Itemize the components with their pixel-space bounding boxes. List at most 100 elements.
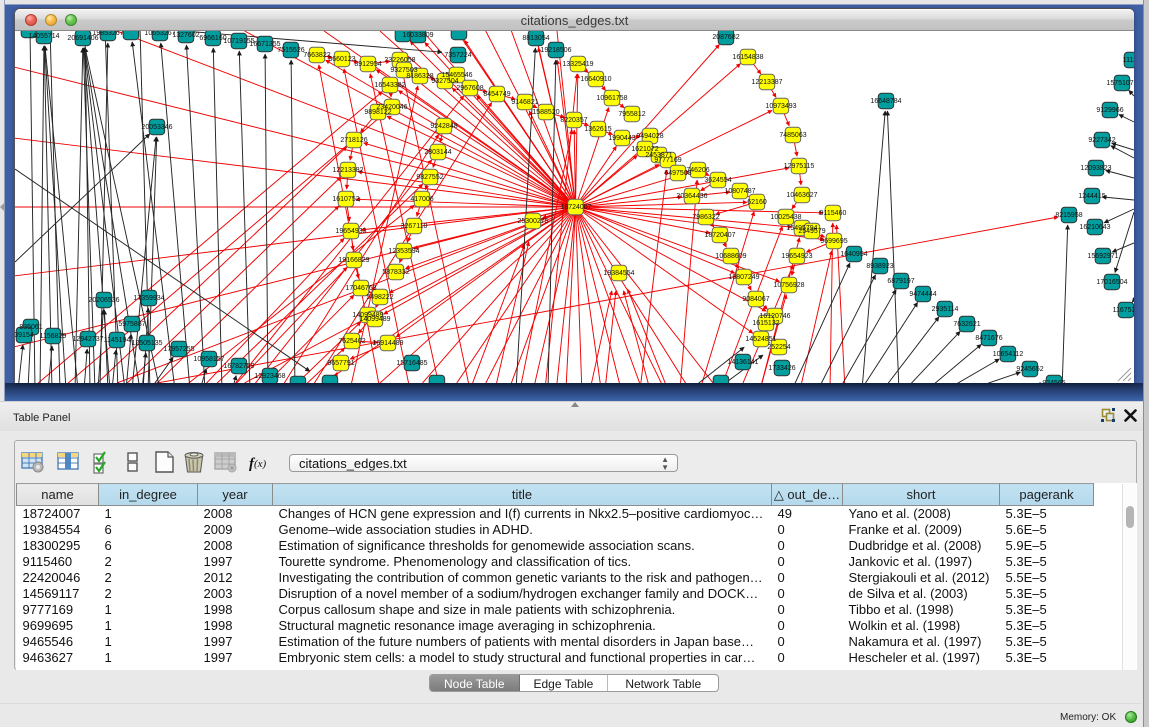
svg-text:25300275: 25300275 (517, 218, 548, 225)
svg-text:7955812: 7955812 (618, 111, 645, 118)
svg-text:18720407: 18720407 (704, 232, 735, 239)
svg-text:9777169: 9777169 (654, 157, 681, 164)
svg-text:16914489: 16914489 (372, 340, 403, 347)
svg-text:2935114: 2935114 (932, 306, 959, 313)
svg-text:20206536: 20206536 (88, 297, 119, 304)
svg-text:16782759: 16782759 (223, 363, 254, 370)
svg-text:14055714: 14055714 (28, 33, 59, 40)
svg-text:1145194: 1145194 (104, 337, 131, 344)
svg-text:1327602: 1327602 (172, 32, 199, 39)
svg-text:9474444: 9474444 (909, 291, 936, 298)
svg-text:10688609: 10688609 (715, 253, 746, 260)
svg-text:1640954: 1640954 (840, 251, 867, 258)
svg-text:9827552: 9827552 (416, 174, 443, 181)
svg-text:17046768: 17046768 (345, 285, 376, 292)
svg-text:8186328: 8186328 (406, 73, 433, 80)
svg-text:17359934: 17359934 (133, 295, 164, 302)
svg-text:3624554: 3624554 (704, 177, 731, 184)
svg-text:14524851: 14524851 (745, 336, 776, 343)
svg-text:12213382: 12213382 (332, 167, 363, 174)
svg-text:2803144: 2803144 (424, 149, 451, 156)
svg-text:10653267: 10653267 (144, 31, 175, 37)
svg-text:12505135: 12505135 (131, 340, 162, 347)
svg-text:9242848: 9242848 (430, 123, 457, 130)
svg-text:16154838: 16154838 (732, 54, 763, 61)
svg-text:3267110: 3267110 (401, 223, 428, 230)
svg-text:12213387: 12213387 (751, 79, 782, 86)
svg-text:8813054: 8813054 (522, 35, 549, 42)
svg-text:2087682: 2087682 (712, 34, 739, 41)
svg-text:11123: 11123 (1123, 57, 1134, 64)
svg-text:8938923: 8938923 (866, 263, 893, 270)
svg-text:16671355: 16671355 (249, 41, 280, 48)
svg-text:9245652: 9245652 (1016, 366, 1043, 373)
svg-text:1610752: 1610752 (332, 196, 359, 203)
svg-text:16640910: 16640910 (580, 76, 611, 83)
svg-text:10463627: 10463627 (786, 192, 817, 199)
svg-text:62160: 62160 (747, 199, 767, 206)
svg-text:9494028: 9494028 (636, 133, 663, 140)
svg-text:9227342: 9227342 (1088, 137, 1115, 144)
svg-text:14136141: 14136141 (727, 359, 758, 366)
svg-text:12942737: 12942737 (72, 336, 103, 343)
svg-text:16120746: 16120746 (759, 313, 790, 320)
svg-text:14099489: 14099489 (359, 316, 390, 323)
svg-text:8912954: 8912954 (354, 61, 381, 68)
svg-text:2549579: 2549579 (798, 228, 825, 235)
svg-text:17016504: 17016504 (1096, 279, 1127, 286)
svg-text:1588520: 1588520 (532, 109, 559, 116)
svg-text:15465546: 15465546 (441, 72, 472, 79)
svg-text:8471676: 8471676 (975, 335, 1002, 342)
svg-text:5878332: 5878332 (382, 269, 409, 276)
svg-text:16033809: 16033809 (402, 32, 433, 39)
svg-text:15716485: 15716485 (396, 360, 427, 367)
svg-text:417006: 417006 (410, 196, 433, 203)
svg-text:10958157: 10958157 (193, 356, 224, 363)
svg-text:39154: 39154 (15, 332, 34, 339)
svg-text:19853267: 19853267 (92, 31, 123, 37)
svg-text:13325419: 13325419 (562, 61, 593, 68)
svg-text:16210643: 16210643 (1079, 224, 1110, 231)
svg-text:20053346: 20053346 (141, 124, 172, 131)
svg-text:746206: 746206 (686, 167, 709, 174)
svg-text:12093823: 12093823 (1080, 165, 1111, 172)
svg-text:1156829: 1156829 (40, 333, 67, 340)
svg-text:16648784: 16648784 (870, 98, 901, 105)
svg-text:20364436: 20364436 (676, 193, 707, 200)
svg-text:8215958: 8215958 (1055, 212, 1082, 219)
svg-text:16543382: 16543382 (374, 82, 405, 89)
svg-text:5498222: 5498222 (366, 294, 393, 301)
svg-text:9657791: 9657791 (327, 360, 354, 367)
svg-text:19166829: 19166829 (338, 257, 369, 264)
svg-text:7485063: 7485063 (779, 132, 806, 139)
svg-text:23226058: 23226058 (384, 57, 415, 64)
svg-text:10973493: 10973493 (765, 103, 796, 110)
svg-text:10756928: 10756928 (773, 282, 804, 289)
svg-text:8660123: 8660123 (328, 56, 355, 63)
svg-text:835061: 835061 (19, 324, 42, 331)
svg-text:9699695: 9699695 (820, 238, 847, 245)
svg-text:15692971: 15692971 (1087, 253, 1118, 260)
svg-text:1362615: 1362615 (584, 126, 611, 133)
svg-text:12923468: 12923468 (254, 373, 285, 380)
svg-text:7515526: 7515526 (277, 47, 304, 54)
svg-text:9898122: 9898122 (364, 109, 391, 116)
svg-text:1990443: 1990443 (608, 135, 635, 142)
svg-text:19384554: 19384554 (603, 270, 634, 277)
svg-text:7632621: 7632621 (953, 321, 980, 328)
svg-text:1733426: 1733426 (768, 365, 795, 372)
svg-text:1167534: 1167534 (1113, 307, 1134, 314)
svg-text:15751074: 15751074 (1106, 80, 1134, 87)
svg-text:8220357: 8220357 (560, 117, 587, 124)
svg-text:10961758: 10961758 (596, 95, 627, 102)
svg-text:8454749: 8454749 (483, 91, 510, 98)
svg-text:10807487: 10807487 (724, 188, 755, 195)
svg-text:7663822: 7663822 (303, 52, 330, 59)
svg-text:1615132: 1615132 (752, 320, 779, 327)
svg-text:2967608: 2967608 (456, 85, 483, 92)
svg-text:252254: 252254 (767, 344, 790, 351)
svg-text:7986322: 7986322 (692, 214, 719, 221)
svg-text:10654112: 10654112 (993, 351, 1024, 358)
svg-text:2718126: 2718126 (340, 137, 367, 144)
svg-text:7357224: 7357224 (444, 52, 471, 59)
